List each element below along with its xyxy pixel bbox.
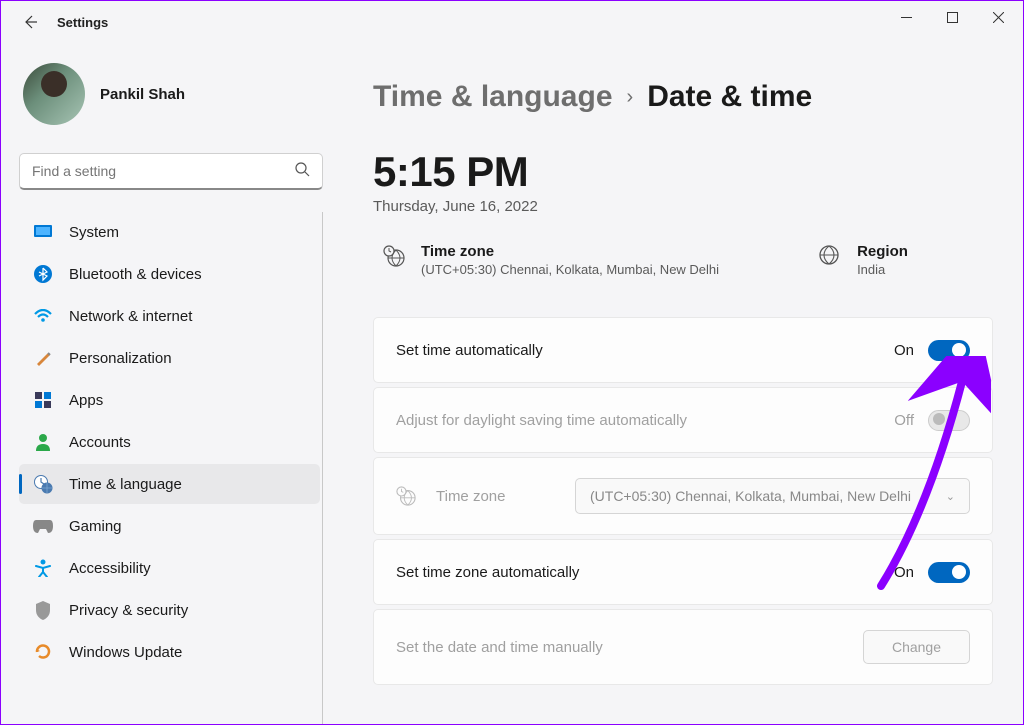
info-row: Time zone (UTC+05:30) Chennai, Kolkata, … (373, 243, 993, 277)
card-label: Adjust for daylight saving time automati… (396, 412, 687, 429)
info-region: Region India (819, 243, 908, 277)
nav-item-system[interactable]: System (19, 212, 320, 252)
breadcrumb-current: Date & time (647, 80, 812, 114)
nav-item-accounts[interactable]: Accounts (19, 422, 320, 462)
breadcrumb: Time & language › Date & time (373, 80, 993, 114)
nav-label: Accounts (69, 434, 131, 451)
clock-lang-icon (33, 474, 53, 494)
card-set-manual: Set the date and time manually Change (373, 609, 993, 685)
card-set-time-auto: Set time automatically On (373, 317, 993, 383)
nav-item-network[interactable]: Network & internet (19, 296, 320, 336)
card-dst-auto: Adjust for daylight saving time automati… (373, 387, 993, 453)
card-label: Set the date and time manually (396, 639, 603, 656)
region-value: India (857, 262, 908, 277)
toggle-set-tz-auto[interactable] (928, 562, 970, 583)
brush-icon (33, 348, 53, 368)
close-button[interactable] (975, 2, 1021, 32)
chevron-down-icon: ⌄ (946, 490, 955, 503)
nav-item-gaming[interactable]: Gaming (19, 506, 320, 546)
wifi-icon (33, 306, 53, 326)
toggle-state-label: Off (894, 412, 914, 429)
settings-cards: Set time automatically On Adjust for day… (373, 317, 993, 685)
nav-label: Network & internet (69, 308, 192, 325)
maximize-button[interactable] (929, 2, 975, 32)
apps-icon (33, 390, 53, 410)
window-titlebar: Settings (1, 1, 1023, 33)
timezone-dropdown: (UTC+05:30) Chennai, Kolkata, Mumbai, Ne… (575, 478, 970, 514)
nav-label: Time & language (69, 476, 182, 493)
current-time: 5:15 PM (373, 148, 993, 196)
minimize-button[interactable] (883, 2, 929, 32)
nav-item-bluetooth[interactable]: Bluetooth & devices (19, 254, 320, 294)
nav-label: Gaming (69, 518, 122, 535)
system-icon (33, 222, 53, 242)
change-button: Change (863, 630, 970, 664)
gamepad-icon (33, 516, 53, 536)
card-timezone-select: Time zone (UTC+05:30) Chennai, Kolkata, … (373, 457, 993, 535)
breadcrumb-parent[interactable]: Time & language (373, 80, 613, 114)
card-label: Set time automatically (396, 342, 543, 359)
card-set-tz-auto: Set time zone automatically On (373, 539, 993, 605)
search-input[interactable] (32, 163, 295, 179)
search-icon (295, 162, 310, 180)
nav-item-personalization[interactable]: Personalization (19, 338, 320, 378)
globe-clock-icon (383, 245, 405, 267)
nav-item-time-language[interactable]: Time & language (19, 464, 320, 504)
nav-item-update[interactable]: Windows Update (19, 632, 320, 672)
card-label: Time zone (436, 488, 505, 505)
nav-label: Apps (69, 392, 103, 409)
user-name: Pankil Shah (100, 86, 185, 103)
card-label: Set time zone automatically (396, 564, 579, 581)
avatar (23, 63, 85, 125)
nav-item-privacy[interactable]: Privacy & security (19, 590, 320, 630)
nav-label: Bluetooth & devices (69, 266, 202, 283)
nav-label: System (69, 224, 119, 241)
toggle-set-time-auto[interactable] (928, 340, 970, 361)
toggle-dst-auto (928, 410, 970, 431)
bluetooth-icon (33, 264, 53, 284)
nav-label: Personalization (69, 350, 172, 367)
accessibility-icon (33, 558, 53, 578)
user-profile[interactable]: Pankil Shah (19, 58, 323, 153)
timezone-value: (UTC+05:30) Chennai, Kolkata, Mumbai, Ne… (421, 262, 719, 277)
search-box[interactable] (19, 153, 323, 190)
toggle-state-label: On (894, 342, 914, 359)
nav-list: System Bluetooth & devices Network & int… (19, 212, 323, 724)
sidebar: Pankil Shah System Bluetooth & devices N… (1, 58, 341, 724)
info-timezone: Time zone (UTC+05:30) Chennai, Kolkata, … (383, 243, 719, 277)
nav-item-apps[interactable]: Apps (19, 380, 320, 420)
globe-icon (819, 245, 841, 267)
globe-clock-icon (396, 486, 416, 506)
window-title: Settings (57, 15, 108, 30)
shield-icon (33, 600, 53, 620)
nav-label: Windows Update (69, 644, 182, 661)
nav-label: Privacy & security (69, 602, 188, 619)
dropdown-value: (UTC+05:30) Chennai, Kolkata, Mumbai, Ne… (590, 488, 911, 504)
current-date: Thursday, June 16, 2022 (373, 198, 993, 215)
nav-item-accessibility[interactable]: Accessibility (19, 548, 320, 588)
timezone-label: Time zone (421, 243, 719, 260)
nav-label: Accessibility (69, 560, 151, 577)
person-icon (33, 432, 53, 452)
main-content: Time & language › Date & time 5:15 PM Th… (341, 58, 1023, 724)
back-button[interactable] (21, 13, 39, 31)
chevron-right-icon: › (627, 86, 634, 109)
update-icon (33, 642, 53, 662)
region-label: Region (857, 243, 908, 260)
toggle-state-label: On (894, 564, 914, 581)
